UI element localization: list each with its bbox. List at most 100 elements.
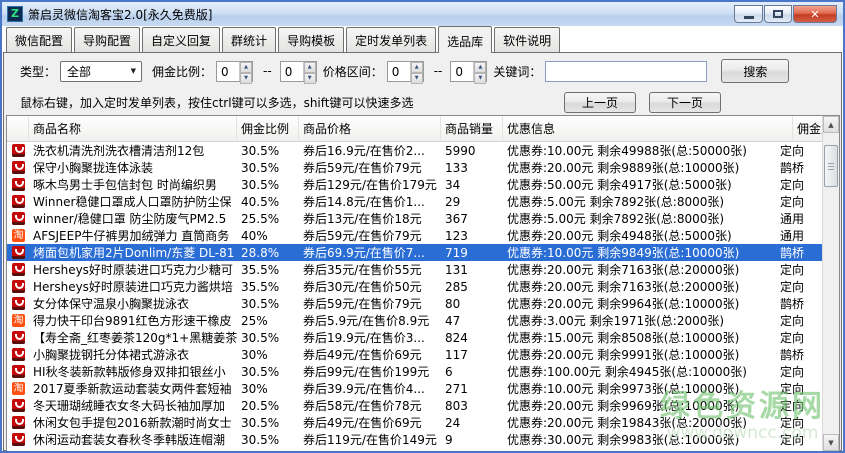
product-sales: 5990 <box>441 144 503 158</box>
spinner-down-icon[interactable]: ▼ <box>240 73 252 84</box>
coupon-info: 优惠券:20.00元 剩余7163张(总:20000张) <box>503 261 776 278</box>
commission-ratio: 25.5% <box>237 212 299 226</box>
product-name: Hersheys好时原装进口巧克力少糖可 <box>29 261 237 278</box>
header-product-name[interactable]: 商品名称 <box>29 116 237 141</box>
scroll-down-icon[interactable]: ▼ <box>823 434 839 451</box>
search-button[interactable]: 搜索 <box>721 59 789 83</box>
tab-4[interactable]: 群统计 <box>222 27 276 52</box>
table-row[interactable]: Winner稳健口罩成人口罩防护防尘保 40.5% 券后14.8元/在售价1..… <box>7 193 822 210</box>
spinner-down-icon[interactable]: ▼ <box>304 73 316 84</box>
type-label: 类型： <box>20 63 56 80</box>
tmall-icon <box>12 161 25 174</box>
header-product-sales[interactable]: 商品销量 <box>441 116 503 141</box>
tab-2[interactable]: 导购配置 <box>74 27 140 52</box>
header-commission-ratio[interactable]: 佣金比例 <box>237 116 299 141</box>
table-row[interactable]: 休闲运动套装女春秋冬季韩版连帽潮 30.5% 券后119元/在售价149元 9 … <box>7 431 822 448</box>
chevron-down-icon: ▼ <box>131 67 136 75</box>
header-icon-column <box>7 116 29 141</box>
maximize-button[interactable] <box>764 5 792 23</box>
product-name: 冬天珊瑚绒睡衣女冬大码长袖加厚加 <box>29 397 237 414</box>
hint-row: 鼠标右键，加入定时发单列表，按住ctrl键可以多选，shift键可以快速多选 上… <box>4 89 841 115</box>
tmall-icon <box>12 263 25 276</box>
table-row[interactable]: HI秋冬装新款韩版修身双排扣银丝小 30.5% 券后99元/在售价199元 6 … <box>7 363 822 380</box>
coupon-info: 优惠券:15.00元 剩余8508张(总:10000张) <box>503 329 776 346</box>
scrollbar-thumb[interactable] <box>824 145 838 187</box>
tab-1[interactable]: 微信配置 <box>6 27 72 52</box>
tmall-icon <box>12 416 25 429</box>
coupon-info: 优惠券:5.00元 剩余7892张(总:8000张) <box>503 210 776 227</box>
table-row[interactable]: 淘 AFSJEEP牛仔裤男加绒弹力 直筒商务 40% 券后59元/在售价79元 … <box>7 227 822 244</box>
commission-min-stepper[interactable]: 0 ▲ ▼ <box>216 61 253 82</box>
spinner-down-icon[interactable]: ▼ <box>474 73 486 84</box>
spinner-up-icon[interactable]: ▲ <box>474 62 486 73</box>
commission-ratio: 30% <box>237 348 299 362</box>
spinner-up-icon[interactable]: ▲ <box>240 62 252 73</box>
tab-8[interactable]: 软件说明 <box>494 27 560 52</box>
coupon-info: 优惠券:30.00元 剩余9983张(总:10000张) <box>503 431 776 448</box>
commission-ratio: 28.8% <box>237 246 299 260</box>
table-row[interactable]: 【寿全斋_红枣姜茶120g*1+黑糖姜茶 30.5% 券后19.9元/在售价3.… <box>7 329 822 346</box>
table-row[interactable]: Hersheys好时原装进口巧克力酱烘培 35.5% 券后30元/在售价50元 … <box>7 278 822 295</box>
tab-7[interactable]: 选品库 <box>438 26 492 53</box>
tab-3[interactable]: 自定义回复 <box>142 27 220 52</box>
coupon-info: 优惠券:10.00元 剩余9849张(总:10000张) <box>503 244 776 261</box>
table-row[interactable]: Hersheys好时原装进口巧克力少糖可 35.5% 券后35元/在售价55元 … <box>7 261 822 278</box>
product-sales: 285 <box>441 280 503 294</box>
table-row[interactable]: 淘 得力快干印台9891红色方形速干橡皮 25% 券后5.9元/在售价8.9元 … <box>7 312 822 329</box>
product-table: 商品名称 佣金比例 商品价格 商品销量 优惠信息 佣金方 洗衣机清洗剂洗衣槽清洁… <box>6 115 840 452</box>
commission-ratio: 35.5% <box>237 263 299 277</box>
keyword-label: 关键词： <box>493 63 541 80</box>
price-range-separator: -- <box>434 64 443 78</box>
tab-5[interactable]: 导购模板 <box>278 27 344 52</box>
coupon-info: 优惠券:20.00元 剩余9964张(总:10000张) <box>503 295 776 312</box>
header-product-price[interactable]: 商品价格 <box>299 116 441 141</box>
tab-6[interactable]: 定时发单列表 <box>346 27 436 52</box>
table-row[interactable]: 小胸聚拢钢托分体裙式游泳衣 30% 券后49元/在售价69元 117 优惠券:2… <box>7 346 822 363</box>
keyword-input[interactable] <box>545 61 707 82</box>
table-row[interactable]: 烤面包机家用2片Donlim/东菱 DL-81 28.8% 券后69.9元/在售… <box>7 244 822 261</box>
price-min-stepper[interactable]: 0 ▲ ▼ <box>387 61 424 82</box>
type-dropdown[interactable]: 全部 ▼ <box>60 61 142 82</box>
price-max-stepper[interactable]: 0 ▲ ▼ <box>450 61 487 82</box>
product-price: 券后59元/在售价79元 <box>299 159 441 176</box>
commission-max-stepper[interactable]: 0 ▲ ▼ <box>280 61 317 82</box>
product-name: 休闲女包手提包2016新款潮时尚女士 <box>29 414 237 431</box>
commission-type: 鹊桥 <box>776 346 822 363</box>
vertical-scrollbar[interactable]: ▲ ▼ <box>822 116 839 451</box>
price-range-label: 价格区间： <box>323 63 383 80</box>
minimize-button[interactable] <box>734 5 763 23</box>
tmall-icon <box>12 178 25 191</box>
product-price: 券后49元/在售价69元 <box>299 346 441 363</box>
commission-range-separator: -- <box>263 64 272 78</box>
spinner-up-icon[interactable]: ▲ <box>304 62 316 73</box>
commission-type: 通用 <box>776 210 822 227</box>
table-row[interactable]: 冬天珊瑚绒睡衣女冬大码长袖加厚加 20.5% 券后58元/在售价78元 803 … <box>7 397 822 414</box>
close-button[interactable]: ✕ <box>793 5 837 23</box>
table-row[interactable]: 休闲女包手提包2016新款潮时尚女士 30.5% 券后49元/在售价69元 24… <box>7 414 822 431</box>
product-name: 啄木鸟男士手包信封包 时尚编织男 <box>29 176 237 193</box>
commission-ratio: 30.5% <box>237 178 299 192</box>
prev-page-button[interactable]: 上一页 <box>564 92 636 113</box>
commission-type: 定向 <box>776 329 822 346</box>
commission-type: 定向 <box>776 363 822 380</box>
product-name: Winner稳健口罩成人口罩防护防尘保 <box>29 193 237 210</box>
table-row[interactable]: 啄木鸟男士手包信封包 时尚编织男 30.5% 券后129元/在售价179元 34… <box>7 176 822 193</box>
tmall-icon <box>12 246 25 259</box>
commission-ratio: 30% <box>237 382 299 396</box>
table-row[interactable]: 保守小胸聚拢连体泳装 30.5% 券后59元/在售价79元 133 优惠券:20… <box>7 159 822 176</box>
table-row[interactable]: 洗衣机清洗剂洗衣槽清洁剂12包 30.5% 券后16.9元/在售价2... 59… <box>7 142 822 159</box>
coupon-info: 优惠券:20.00元 剩余7163张(总:20000张) <box>503 278 776 295</box>
table-row[interactable]: 淘 2017夏季新款运动套装女两件套短袖 30% 券后39.9元/在售价4...… <box>7 380 822 397</box>
commission-ratio: 30.5% <box>237 365 299 379</box>
scroll-up-icon[interactable]: ▲ <box>823 116 839 133</box>
table-body: 洗衣机清洗剂洗衣槽清洁剂12包 30.5% 券后16.9元/在售价2... 59… <box>7 142 822 451</box>
commission-ratio: 30.5% <box>237 331 299 345</box>
spinner-up-icon[interactable]: ▲ <box>411 62 423 73</box>
header-coupon-info[interactable]: 优惠信息 <box>503 116 793 141</box>
spinner-down-icon[interactable]: ▼ <box>411 73 423 84</box>
coupon-info: 优惠券:10.00元 剩余9973张(总:10000张) <box>503 380 776 397</box>
table-row[interactable]: 女分体保守温泉小胸聚拢泳衣 30.5% 券后59元/在售价79元 80 优惠券:… <box>7 295 822 312</box>
table-row[interactable]: winner/稳健口罩 防尘防废气PM2.5 25.5% 券后13元/在售价18… <box>7 210 822 227</box>
tmall-icon <box>12 365 25 378</box>
next-page-button[interactable]: 下一页 <box>649 92 721 113</box>
